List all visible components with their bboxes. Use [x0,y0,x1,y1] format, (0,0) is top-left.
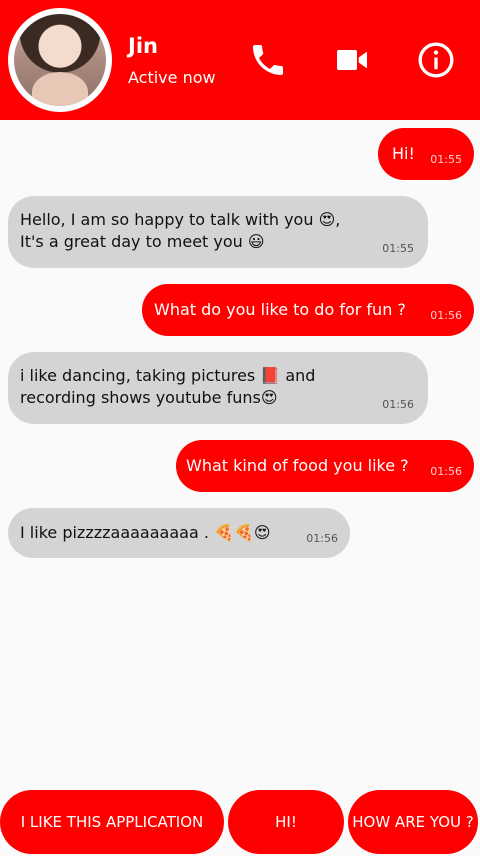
quick-reply-button[interactable]: HI! [228,790,344,854]
message-bubble[interactable]: What kind of food you like ? 01:56 [176,440,474,492]
message-bubble[interactable]: Hi! 01:55 [378,128,474,180]
message-bubble[interactable]: What do you like to do for fun ? 01:56 [142,284,474,336]
message-text: i like dancing, taking pictures 📕 and re… [20,366,316,407]
contact-name: Jin [128,34,158,58]
message-time: 01:56 [382,398,414,411]
message-bubble[interactable]: I like pizzzzaaaaaaaaa . 🍕🍕😍 01:56 [8,508,350,558]
phone-icon[interactable] [248,40,288,80]
message-time: 01:56 [306,532,338,545]
avatar-photo [14,14,106,106]
message-time: 01:56 [430,309,462,322]
message-text: What kind of food you like ? [186,456,409,475]
message-text: I like pizzzzaaaaaaaaa . 🍕🍕😍 [20,523,271,542]
message-time: 01:55 [430,153,462,166]
avatar[interactable] [8,8,112,112]
quick-reply-button[interactable]: I LIKE THIS APPLICATION [0,790,224,854]
message-bubble[interactable]: Hello, I am so happy to talk with you 😍,… [8,196,428,268]
video-camera-icon[interactable] [332,40,372,80]
quick-reply-button[interactable]: HOW ARE YOU ? [348,790,478,854]
message-bubble[interactable]: i like dancing, taking pictures 📕 and re… [8,352,428,424]
message-text: Hello, I am so happy to talk with you 😍,… [20,210,341,251]
info-icon[interactable] [416,40,456,80]
message-time: 01:55 [382,242,414,255]
message-text: What do you like to do for fun ? [154,300,406,319]
chat-header: Jin Active now [0,0,480,120]
message-text: Hi! [392,144,415,163]
message-time: 01:56 [430,465,462,478]
contact-status: Active now [128,68,216,87]
